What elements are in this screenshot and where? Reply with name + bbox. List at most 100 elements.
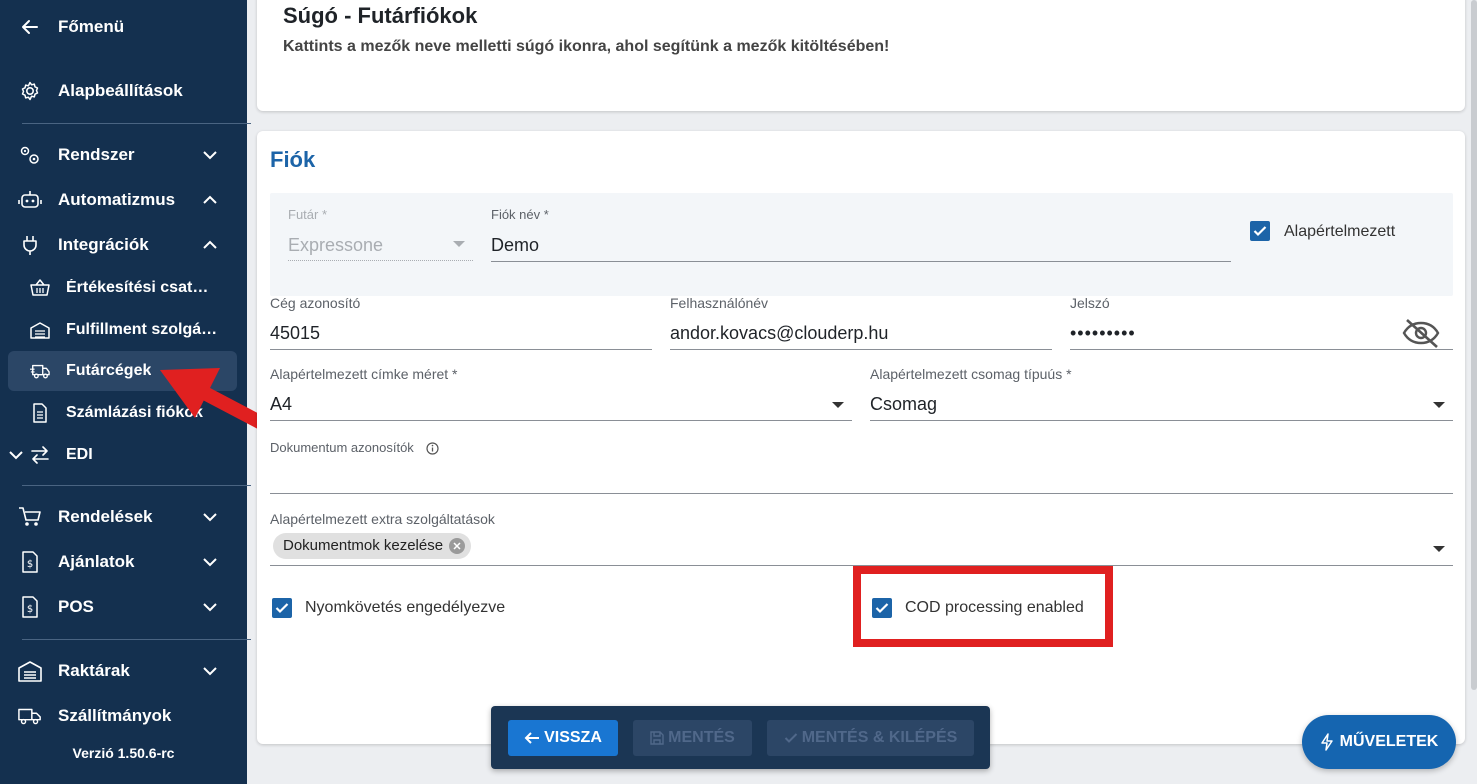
sub-sales-channels[interactable]: Értékesítési csatornák xyxy=(8,268,237,308)
actions-fab[interactable]: MŰVELETEK xyxy=(1302,715,1456,769)
account-name-label: Fiók név * xyxy=(491,207,549,222)
chevron-up-icon xyxy=(199,234,221,256)
nav-warehouses[interactable]: Raktárak xyxy=(0,651,247,691)
field-underline xyxy=(1070,349,1453,350)
sidebar-divider xyxy=(22,123,251,124)
nav-shipments-label: Szállítmányok xyxy=(58,706,172,725)
password-field[interactable]: Jelszó ••••••••• xyxy=(1070,295,1453,350)
dropdown-caret-icon xyxy=(1433,402,1445,408)
dropdown-caret-icon xyxy=(453,241,465,247)
field-underline xyxy=(270,493,1453,494)
warehouse-icon xyxy=(30,320,50,340)
back-button-label: VISSZA xyxy=(544,729,602,746)
nav-orders-label: Rendelések xyxy=(58,507,153,526)
chip: Dokumentmok kezelése xyxy=(273,533,472,559)
field-underline xyxy=(670,349,1052,350)
field-underline xyxy=(270,420,852,421)
plug-icon xyxy=(18,233,42,257)
sidebar-divider xyxy=(22,485,251,486)
nav-automation[interactable]: Automatizmus xyxy=(0,180,247,220)
sidebar-divider xyxy=(22,639,251,640)
gears-icon xyxy=(18,143,42,167)
password-label: Jelszó xyxy=(1070,295,1110,311)
gear-icon xyxy=(18,79,42,103)
nav-integrations-label: Integrációk xyxy=(58,235,149,254)
warehouse-icon xyxy=(18,659,42,683)
truck-fast-icon xyxy=(30,361,50,381)
lightning-icon xyxy=(1320,733,1333,751)
nav-orders[interactable]: Rendelések xyxy=(0,497,247,537)
sub-edi-label: EDI xyxy=(66,446,93,463)
chevron-down-icon xyxy=(8,450,24,460)
package-type-value: Csomag xyxy=(870,394,938,414)
extra-services-select[interactable]: Alapértelmezett extra szolgáltatások Dok… xyxy=(270,511,1453,566)
back-to-main-menu[interactable]: Főmenü xyxy=(0,7,247,47)
label-size-value: A4 xyxy=(270,394,293,414)
sub-fulfillment[interactable]: Fulfillment szolgáltatók xyxy=(8,310,237,350)
chevron-up-icon xyxy=(199,189,221,211)
robot-icon xyxy=(18,188,42,212)
help-card: Súgó - Futárfiókok Kattints a mezők neve… xyxy=(257,0,1465,111)
nav-warehouses-label: Raktárak xyxy=(58,661,130,680)
extra-services-label: Alapértelmezett extra szolgáltatások xyxy=(270,511,495,527)
svg-text:$: $ xyxy=(27,559,33,570)
info-icon[interactable] xyxy=(426,442,439,455)
tracking-checkbox-label: Nyomkövetés engedélyezve xyxy=(305,599,506,616)
back-button[interactable]: VISSZA xyxy=(508,720,618,756)
nav-integrations[interactable]: Integrációk xyxy=(0,225,247,265)
nav-offers[interactable]: $ Ajánlatok xyxy=(0,542,247,582)
save-button[interactable]: MENTÉS xyxy=(633,720,752,756)
username-field[interactable]: Felhasználónév andor.kovacs@clouderp.hu xyxy=(670,295,1052,350)
help-text: Kattints a mezők neve melletti súgó ikon… xyxy=(283,38,890,55)
dropdown-caret-icon xyxy=(832,402,844,408)
save-and-exit-button[interactable]: MENTÉS & KILÉPÉS xyxy=(767,720,974,756)
field-underline xyxy=(491,261,1231,262)
basket-icon xyxy=(30,278,50,298)
chip-remove-icon[interactable] xyxy=(449,538,466,554)
label-size-select[interactable]: Alapértelmezett címke méret * A4 xyxy=(270,366,852,421)
save-icon xyxy=(650,731,664,745)
svg-text:$: $ xyxy=(27,604,33,615)
save-button-label: MENTÉS xyxy=(668,729,735,746)
chip-label: Dokumentmok kezelése xyxy=(283,537,444,554)
default-checkbox[interactable] xyxy=(1250,221,1270,241)
section-title: Fiók xyxy=(270,147,316,172)
document-ids-field[interactable]: Dokumentum azonosítók xyxy=(270,440,1453,494)
help-title: Súgó - Futárfiókok xyxy=(283,3,478,28)
nav-system[interactable]: Rendszer xyxy=(0,135,247,175)
nav-shipments[interactable]: Szállítmányok xyxy=(0,696,247,736)
scrollbar[interactable] xyxy=(1471,0,1477,690)
field-underline xyxy=(870,420,1453,421)
sub-fulfillment-label: Fulfillment szolgáltatók xyxy=(66,321,218,338)
nav-system-label: Rendszer xyxy=(58,145,135,164)
eye-off-icon[interactable] xyxy=(1401,317,1441,349)
chevron-down-icon xyxy=(199,144,221,166)
company-id-field[interactable]: Cég azonosító 45015 xyxy=(270,295,652,350)
chevron-down-icon xyxy=(199,551,221,573)
sub-couriers-label: Futárcégek xyxy=(66,362,152,379)
highlight-box xyxy=(853,566,1113,647)
package-type-select[interactable]: Alapértelmezett csomag típuús * Csomag xyxy=(870,366,1453,421)
action-toolbar: VISSZA MENTÉS MENTÉS & KILÉPÉS xyxy=(491,706,990,769)
arrow-left-icon xyxy=(18,15,42,39)
sub-sales-channels-label: Értékesítési csatornák xyxy=(66,279,218,296)
check-icon xyxy=(784,733,797,743)
back-label: Főmenü xyxy=(58,17,125,36)
courier-label: Futár * xyxy=(288,207,328,222)
check-icon xyxy=(1253,226,1267,237)
tracking-checkbox[interactable] xyxy=(272,598,292,618)
truck-icon xyxy=(18,704,42,728)
document-icon xyxy=(30,403,50,423)
cart-icon xyxy=(18,505,42,529)
swap-arrows-icon xyxy=(30,445,50,465)
chevron-down-icon xyxy=(199,660,221,682)
check-icon xyxy=(275,603,289,614)
nav-basic-settings[interactable]: Alapbeállítások xyxy=(0,71,247,111)
username-value: andor.kovacs@clouderp.hu xyxy=(670,323,889,343)
invoice-dollar-icon: $ xyxy=(18,550,42,574)
account-name-field[interactable]: Fiók név * Demo xyxy=(491,207,1231,262)
company-id-value: 45015 xyxy=(270,323,321,343)
nav-pos[interactable]: $ POS xyxy=(0,587,247,627)
document-ids-label: Dokumentum azonosítók xyxy=(270,440,414,455)
nav-pos-label: POS xyxy=(58,597,94,616)
